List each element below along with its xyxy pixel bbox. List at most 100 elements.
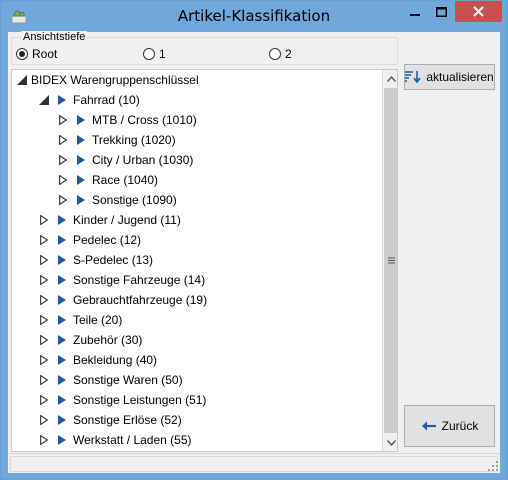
- arrow-left-icon: [421, 421, 436, 431]
- depth-groupbox-label: Ansichtstiefe: [21, 31, 88, 43]
- tree-item-group[interactable]: Sonstige Fahrzeuge (14): [39, 270, 205, 290]
- expand-icon[interactable]: [39, 235, 49, 245]
- radio-root[interactable]: Root: [16, 47, 57, 61]
- status-field: [10, 456, 498, 472]
- maximize-button[interactable]: [428, 1, 455, 22]
- tree-item-sonstige[interactable]: Sonstige (1090): [58, 190, 177, 210]
- expand-icon[interactable]: [39, 275, 49, 285]
- radio-level-2-label: 2: [285, 47, 292, 61]
- scroll-down-button[interactable]: [383, 434, 397, 451]
- node-arrow-icon: [77, 155, 85, 165]
- node-arrow-icon: [58, 235, 66, 245]
- tree-item-group[interactable]: Gebrauchtfahrzeuge (19): [39, 290, 207, 310]
- tree-root[interactable]: BIDEX Warengruppenschlüssel: [17, 70, 199, 90]
- close-button[interactable]: [455, 1, 502, 22]
- depth-groupbox: Ansichtstiefe: [11, 31, 398, 65]
- tree-item-group[interactable]: Zubehör (30): [39, 330, 142, 350]
- collapse-icon[interactable]: [39, 95, 49, 105]
- chevron-down-icon: [386, 439, 396, 446]
- tree-item-label: Bekleidung (40): [73, 353, 158, 367]
- node-arrow-icon: [58, 95, 66, 105]
- tree-item-group[interactable]: Kinder / Jugend (11): [39, 210, 181, 230]
- node-arrow-icon: [58, 415, 66, 425]
- expand-icon[interactable]: [39, 395, 49, 405]
- node-arrow-icon: [77, 135, 85, 145]
- expand-icon[interactable]: [39, 335, 49, 345]
- tree-item-label: Sonstige (1090): [92, 193, 177, 207]
- expand-icon[interactable]: [39, 355, 49, 365]
- node-arrow-icon: [58, 395, 66, 405]
- tree-item-group[interactable]: Sonstige Waren (50): [39, 370, 183, 390]
- expand-icon[interactable]: [39, 215, 49, 225]
- tree-item-label: Werkstatt / Laden (55): [73, 433, 192, 447]
- node-arrow-icon: [58, 375, 66, 385]
- collapse-icon[interactable]: [17, 75, 27, 85]
- radio-root-label: Root: [32, 47, 58, 61]
- expand-icon[interactable]: [39, 315, 49, 325]
- tree-item-group[interactable]: Werkstatt / Laden (55): [39, 430, 192, 450]
- main-window: Artikel-Klassifikation Ansichtstiefe Roo…: [0, 0, 508, 480]
- tree-item-mtb[interactable]: MTB / Cross (1010): [58, 110, 197, 130]
- status-bar: [8, 453, 500, 473]
- tree-item-group[interactable]: Bekleidung (40): [39, 350, 157, 370]
- expand-icon[interactable]: [58, 195, 68, 205]
- node-arrow-icon: [58, 295, 66, 305]
- refresh-button-label: aktualisieren: [426, 70, 494, 84]
- tree-item-label: Sonstige Leistungen (51): [73, 393, 207, 407]
- scroll-thumb[interactable]: [384, 88, 397, 433]
- tree-item-race[interactable]: Race (1040): [58, 170, 158, 190]
- node-arrow-icon: [77, 115, 85, 125]
- expand-icon[interactable]: [58, 155, 68, 165]
- maximize-icon: [436, 6, 447, 17]
- tree-item-group[interactable]: Teile (20): [39, 310, 122, 330]
- radio-circle: [143, 48, 155, 60]
- tree-item-city-urban[interactable]: City / Urban (1030): [58, 150, 193, 170]
- vertical-scrollbar[interactable]: [382, 70, 397, 451]
- tree-item-label: Gebrauchtfahrzeuge (19): [73, 293, 208, 307]
- expand-icon[interactable]: [39, 415, 49, 425]
- expand-icon[interactable]: [39, 375, 49, 385]
- tree-item-fahrrad[interactable]: Fahrrad (10): [39, 90, 140, 110]
- title-bar[interactable]: Artikel-Klassifikation: [1, 1, 507, 32]
- expand-icon[interactable]: [58, 175, 68, 185]
- refresh-button[interactable]: aktualisieren: [404, 64, 495, 90]
- tree-item-label: MTB / Cross (1010): [92, 113, 197, 127]
- tree-item-group[interactable]: Pedelec (12): [39, 230, 141, 250]
- scroll-up-button[interactable]: [383, 70, 397, 87]
- node-arrow-icon: [58, 355, 66, 365]
- tree-item-group[interactable]: Sonstige Leistungen (51): [39, 390, 206, 410]
- chevron-up-icon: [386, 75, 396, 82]
- tree-item-trekking[interactable]: Trekking (1020): [58, 130, 176, 150]
- node-arrow-icon: [58, 275, 66, 285]
- radio-circle: [269, 48, 281, 60]
- tree-view[interactable]: BIDEX Warengruppenschlüssel Fahrrad (10)…: [11, 69, 398, 452]
- expand-icon[interactable]: [39, 255, 49, 265]
- back-button-label: Zurück: [441, 419, 479, 433]
- tree-item-label: Fahrrad (10): [73, 93, 140, 107]
- expand-icon[interactable]: [39, 295, 49, 305]
- resize-grip-icon[interactable]: [487, 460, 499, 472]
- tree-item-label: Kinder / Jugend (11): [73, 213, 181, 227]
- back-button[interactable]: Zurück: [404, 405, 495, 447]
- minimize-button[interactable]: [401, 1, 428, 22]
- grip-lines-icon: [387, 257, 395, 264]
- tree-item-label: S-Pedelec (13): [73, 253, 154, 267]
- tree-item-label: Sonstige Fahrzeuge (14): [73, 273, 206, 287]
- close-icon: [473, 6, 484, 17]
- tree-item-label: Race (1040): [92, 173, 159, 187]
- expand-icon[interactable]: [39, 435, 49, 445]
- radio-level-1-label: 1: [159, 47, 166, 61]
- expand-icon[interactable]: [58, 115, 68, 125]
- tree-item-label: Pedelec (12): [73, 233, 142, 247]
- node-arrow-icon: [58, 315, 66, 325]
- radio-circle: [16, 48, 28, 60]
- tree-item-label: Trekking (1020): [92, 133, 176, 147]
- tree-item-group[interactable]: Sonstige Erlöse (52): [39, 410, 182, 430]
- expand-icon[interactable]: [58, 135, 68, 145]
- node-arrow-icon: [77, 175, 85, 185]
- tree-item-group[interactable]: S-Pedelec (13): [39, 250, 153, 270]
- radio-level-1[interactable]: 1: [143, 47, 166, 61]
- tree-item-label: Teile (20): [73, 313, 123, 327]
- tree-item-label: Sonstige Erlöse (52): [73, 413, 182, 427]
- radio-level-2[interactable]: 2: [269, 47, 292, 61]
